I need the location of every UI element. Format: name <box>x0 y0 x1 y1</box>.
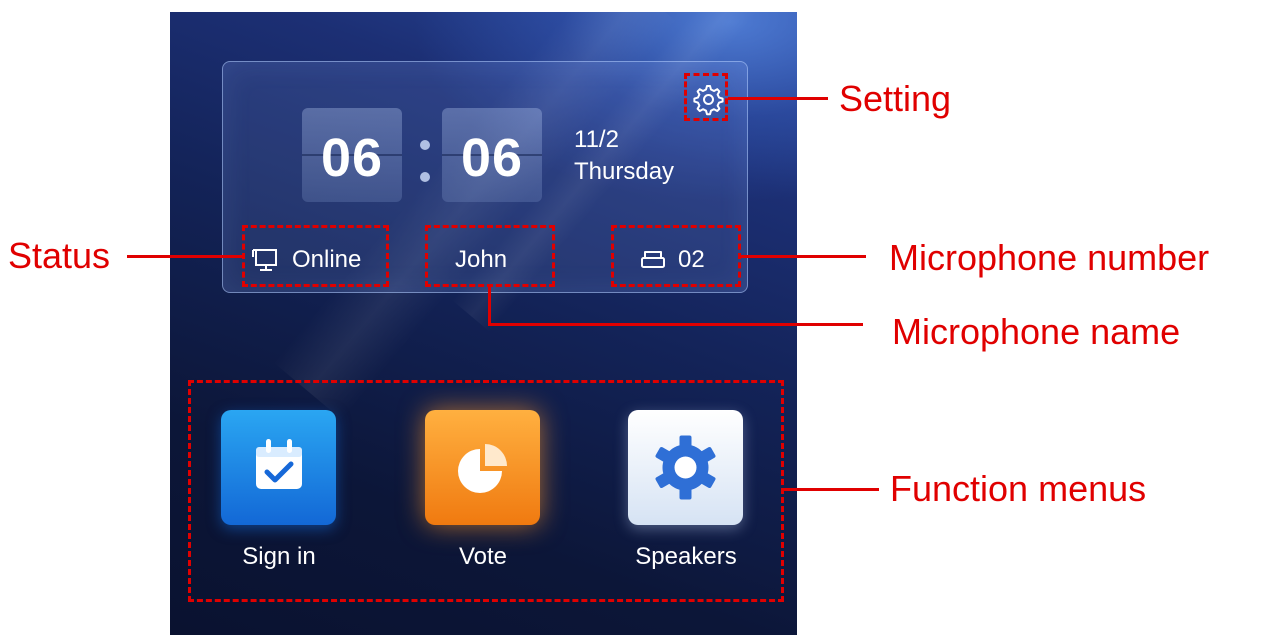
mic-name-callout: Microphone name <box>892 311 1181 352</box>
clock-minute: 06 <box>460 128 524 188</box>
function-menus-highlight <box>188 380 784 602</box>
mic-name-leader-v <box>488 287 491 325</box>
colon-dot-top <box>420 140 430 150</box>
function-menus-callout: Function menus <box>890 468 1147 509</box>
date-text: 11/2 <box>574 126 619 153</box>
colon-dot-bottom <box>420 172 430 182</box>
function-menus-leader <box>784 488 879 491</box>
mic-name-leader-h <box>488 323 863 326</box>
clock-hour: 06 <box>320 128 384 188</box>
mic-number-callout: Microphone number <box>889 237 1210 278</box>
hour-card: 06 <box>302 108 402 202</box>
mic-name-highlight <box>425 225 555 287</box>
minute-card: 06 <box>442 108 542 202</box>
setting-leader <box>728 97 828 100</box>
status-callout: Status <box>8 235 111 276</box>
mic-number-highlight <box>611 225 741 287</box>
weekday-text: Thursday <box>574 158 675 185</box>
status-leader <box>127 255 242 258</box>
mic-number-leader <box>741 255 866 258</box>
setting-callout: Setting <box>839 78 952 119</box>
setting-highlight <box>684 73 728 121</box>
status-highlight <box>242 225 389 287</box>
